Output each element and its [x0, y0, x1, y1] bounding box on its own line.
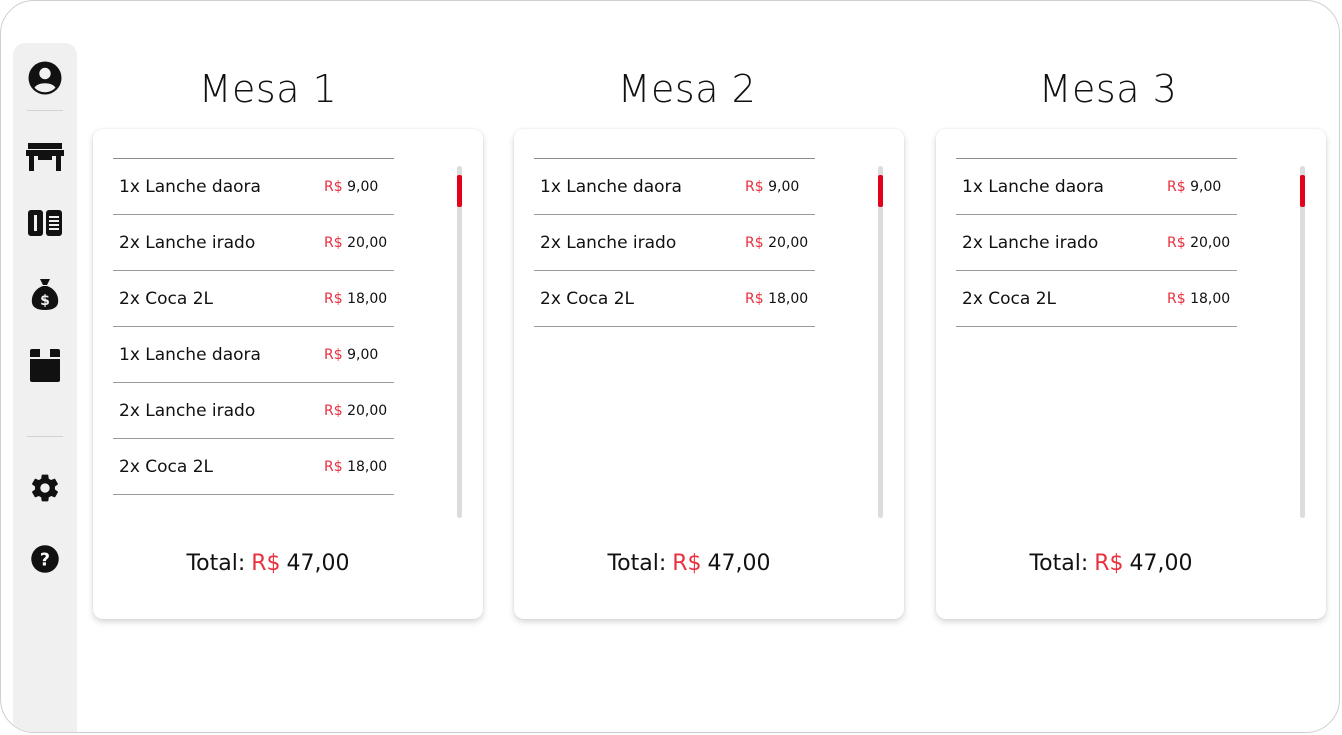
- order-row[interactable]: 2x Lanche irado R$ 20,00: [534, 215, 815, 271]
- order-row[interactable]: 2x Lanche irado R$ 20,00: [956, 215, 1237, 271]
- order-total: Total: R$ 47,00: [607, 551, 771, 576]
- order-price: R$ 20,00: [745, 234, 809, 251]
- table-title: Mesa 1: [198, 67, 338, 111]
- box-icon[interactable]: [25, 345, 65, 385]
- table-card[interactable]: 1x Lanche daora R$ 9,00 2x Lanche irado …: [93, 129, 483, 619]
- table-card[interactable]: 1x Lanche daora R$ 9,00 2x Lanche irado …: [514, 129, 904, 619]
- table-card[interactable]: 1x Lanche daora R$ 9,00 2x Lanche irado …: [936, 129, 1326, 619]
- order-item: 1x Lanche daora: [119, 176, 261, 197]
- order-item: 2x Lanche irado: [962, 232, 1099, 253]
- order-price: R$ 18,00: [324, 290, 388, 307]
- order-item: 1x Lanche daora: [119, 344, 261, 365]
- order-item: 2x Coca 2L: [119, 288, 214, 309]
- order-price: R$ 9,00: [1167, 178, 1222, 195]
- svg-text:$: $: [40, 293, 50, 309]
- order-price: R$ 20,00: [324, 402, 388, 419]
- order-row[interactable]: 2x Lanche irado R$ 20,00: [113, 215, 394, 271]
- order-row[interactable]: 1x Lanche daora R$ 9,00: [113, 327, 394, 383]
- table-title: Mesa 3: [1038, 67, 1178, 111]
- order-row[interactable]: 1x Lanche daora R$ 9,00: [534, 159, 815, 215]
- order-item: 2x Coca 2L: [119, 456, 214, 477]
- order-item: 2x Lanche irado: [540, 232, 677, 253]
- order-item: 2x Coca 2L: [540, 288, 635, 309]
- order-price: R$ 18,00: [745, 290, 809, 307]
- order-row[interactable]: 2x Coca 2L R$ 18,00: [534, 271, 815, 327]
- scrollbar[interactable]: [457, 166, 462, 518]
- help-icon[interactable]: ?: [25, 539, 65, 579]
- order-row[interactable]: 2x Coca 2L R$ 18,00: [113, 271, 394, 327]
- order-price: R$ 18,00: [1167, 290, 1231, 307]
- svg-text:?: ?: [40, 550, 50, 570]
- order-list: 1x Lanche daora R$ 9,00 2x Lanche irado …: [534, 158, 815, 327]
- gear-icon[interactable]: [25, 468, 65, 508]
- order-item: 2x Coca 2L: [962, 288, 1057, 309]
- scrollbar-thumb[interactable]: [457, 175, 462, 207]
- order-total: Total: R$ 47,00: [1029, 551, 1193, 576]
- order-price: R$ 9,00: [324, 178, 379, 195]
- order-total: Total: R$ 47,00: [186, 551, 350, 576]
- order-row[interactable]: 1x Lanche daora R$ 9,00: [956, 159, 1237, 215]
- order-item: 2x Lanche irado: [119, 400, 256, 421]
- sidebar-separator: [27, 436, 63, 437]
- order-row[interactable]: 2x Coca 2L R$ 18,00: [113, 439, 394, 495]
- order-price: R$ 9,00: [745, 178, 800, 195]
- order-item: 1x Lanche daora: [962, 176, 1104, 197]
- order-list: 1x Lanche daora R$ 9,00 2x Lanche irado …: [956, 158, 1237, 327]
- scrollbar-thumb[interactable]: [878, 175, 883, 207]
- order-price: R$ 9,00: [324, 346, 379, 363]
- sidebar: $ ?: [13, 43, 77, 732]
- scrollbar[interactable]: [878, 166, 883, 518]
- order-row[interactable]: 1x Lanche daora R$ 9,00: [113, 159, 394, 215]
- sidebar-separator: [27, 110, 63, 111]
- order-item: 1x Lanche daora: [540, 176, 682, 197]
- order-price: R$ 20,00: [1167, 234, 1231, 251]
- money-bag-icon[interactable]: $: [25, 274, 65, 314]
- user-circle-icon[interactable]: [25, 58, 65, 98]
- order-list: 1x Lanche daora R$ 9,00 2x Lanche irado …: [113, 158, 394, 495]
- order-item: 2x Lanche irado: [119, 232, 256, 253]
- order-row[interactable]: 2x Lanche irado R$ 20,00: [113, 383, 394, 439]
- scrollbar[interactable]: [1300, 166, 1305, 518]
- scrollbar-thumb[interactable]: [1300, 175, 1305, 207]
- order-row[interactable]: 2x Coca 2L R$ 18,00: [956, 271, 1237, 327]
- store-icon[interactable]: [25, 137, 65, 177]
- menu-book-icon[interactable]: [25, 203, 65, 243]
- app-window: $ ? Mesa 1 1x Lanche daora R$ 9,00 2x La…: [0, 0, 1340, 733]
- table-title: Mesa 2: [617, 67, 757, 111]
- order-price: R$ 20,00: [324, 234, 388, 251]
- order-price: R$ 18,00: [324, 458, 388, 475]
